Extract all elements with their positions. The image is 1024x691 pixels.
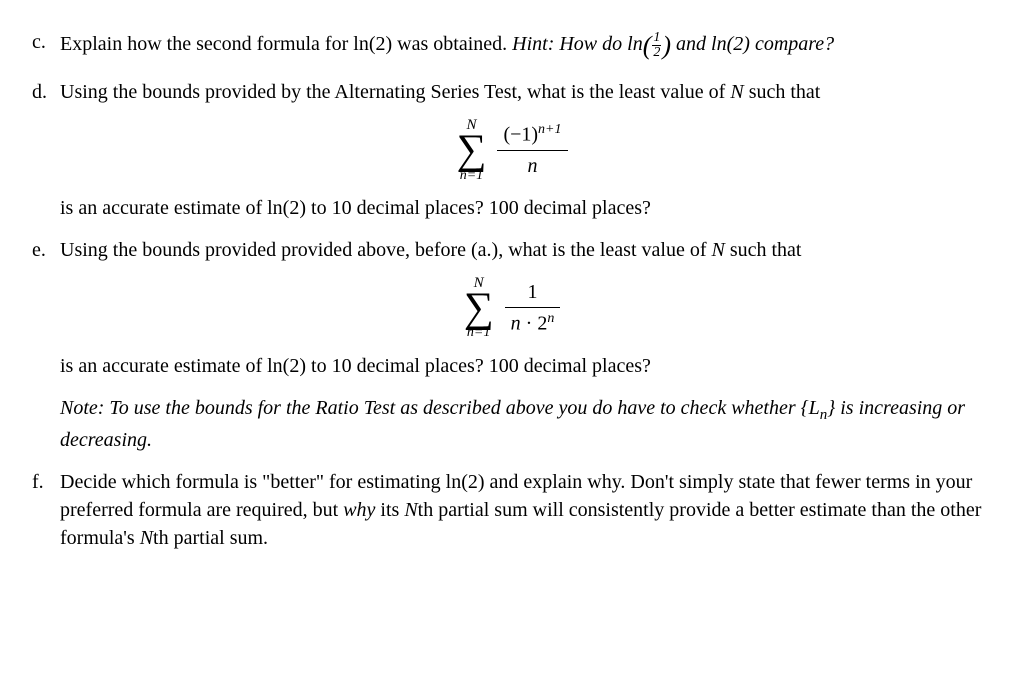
sigma-lower: n=1 bbox=[467, 323, 490, 343]
numerator: (−1)n+1 bbox=[497, 120, 567, 151]
text: is an accurate estimate of bbox=[60, 197, 267, 219]
text: such that bbox=[744, 81, 821, 103]
fraction: 1 n · 2n bbox=[505, 278, 561, 338]
hint-text: Hint: How do bbox=[512, 33, 627, 55]
body-f: Decide which formula is "better" for est… bbox=[60, 468, 992, 552]
sigma-lower: n=1 bbox=[460, 166, 483, 186]
ln2: ln(2) bbox=[267, 355, 306, 377]
label-f: f. bbox=[32, 468, 60, 552]
sigma: N ∑ n=1 bbox=[464, 287, 494, 329]
text: its bbox=[375, 499, 404, 521]
denominator: n bbox=[497, 151, 567, 180]
text: was obtained. bbox=[392, 33, 512, 55]
set-open: { bbox=[801, 397, 809, 419]
num-exp: n+1 bbox=[538, 122, 561, 137]
sigma-upper: N bbox=[466, 115, 476, 136]
text: such that bbox=[725, 239, 802, 261]
text: Explain how the second formula for bbox=[60, 33, 353, 55]
text: to 10 decimal places? 100 decimal places… bbox=[306, 355, 651, 377]
text: is an accurate estimate of bbox=[60, 355, 267, 377]
hint-ln2: ln(2) bbox=[711, 33, 750, 55]
problem-e: e. Using the bounds provided provided ab… bbox=[32, 236, 992, 264]
sigma-upper: N bbox=[474, 273, 484, 294]
hint-text: and bbox=[671, 33, 711, 55]
problem-c: c. Explain how the second formula for ln… bbox=[32, 28, 992, 64]
label-c: c. bbox=[32, 28, 60, 64]
denominator: n · 2n bbox=[505, 308, 561, 338]
note-text: Note: To use the bounds for the Ratio Te… bbox=[60, 397, 801, 419]
text: th partial sum. bbox=[153, 527, 268, 549]
frac-num: 1 bbox=[652, 31, 661, 46]
frac-den: 2 bbox=[652, 46, 661, 60]
label-e: e. bbox=[32, 236, 60, 264]
label-d: d. bbox=[32, 78, 60, 106]
body-c: Explain how the second formula for ln(2)… bbox=[60, 28, 992, 64]
sigma: N ∑ n=1 bbox=[456, 129, 486, 171]
formula-e: N ∑ n=1 1 n · 2n bbox=[32, 278, 992, 338]
body-e: Using the bounds provided provided above… bbox=[60, 236, 992, 264]
var-N: N bbox=[404, 499, 417, 521]
problem-f: f. Decide which formula is "better" for … bbox=[32, 468, 992, 552]
dot: · bbox=[521, 313, 538, 335]
den-n: n bbox=[511, 313, 521, 335]
fraction: (−1)n+1 n bbox=[497, 120, 567, 180]
text: Decide which formula is "better" for est… bbox=[60, 471, 446, 493]
var-N: N bbox=[730, 81, 743, 103]
ln2: ln(2) bbox=[353, 33, 392, 55]
e-note: Note: To use the bounds for the Ratio Te… bbox=[60, 394, 992, 454]
ln2: ln(2) bbox=[267, 197, 306, 219]
problem-d: d. Using the bounds provided by the Alte… bbox=[32, 78, 992, 106]
text: Using the bounds provided by the Alterna… bbox=[60, 81, 730, 103]
note-L: L bbox=[809, 397, 820, 419]
ln-text: ln bbox=[627, 33, 643, 55]
var-N: N bbox=[140, 527, 153, 549]
den-exp: n bbox=[547, 311, 554, 326]
ln2: ln(2) bbox=[446, 471, 485, 493]
num-base: (−1) bbox=[503, 124, 538, 146]
formula-d: N ∑ n=1 (−1)n+1 n bbox=[32, 120, 992, 180]
body-d: Using the bounds provided by the Alterna… bbox=[60, 78, 992, 106]
text: Using the bounds provided provided above… bbox=[60, 239, 711, 261]
text: to 10 decimal places? 100 decimal places… bbox=[306, 197, 651, 219]
hint-text: compare? bbox=[750, 33, 834, 55]
e-after: is an accurate estimate of ln(2) to 10 d… bbox=[60, 352, 992, 380]
var-N: N bbox=[711, 239, 724, 261]
den-base: 2 bbox=[537, 313, 547, 335]
ln-half: ln(12) bbox=[627, 33, 671, 55]
why: why bbox=[343, 499, 375, 521]
numerator: 1 bbox=[505, 278, 561, 308]
d-after: is an accurate estimate of ln(2) to 10 d… bbox=[60, 194, 992, 222]
